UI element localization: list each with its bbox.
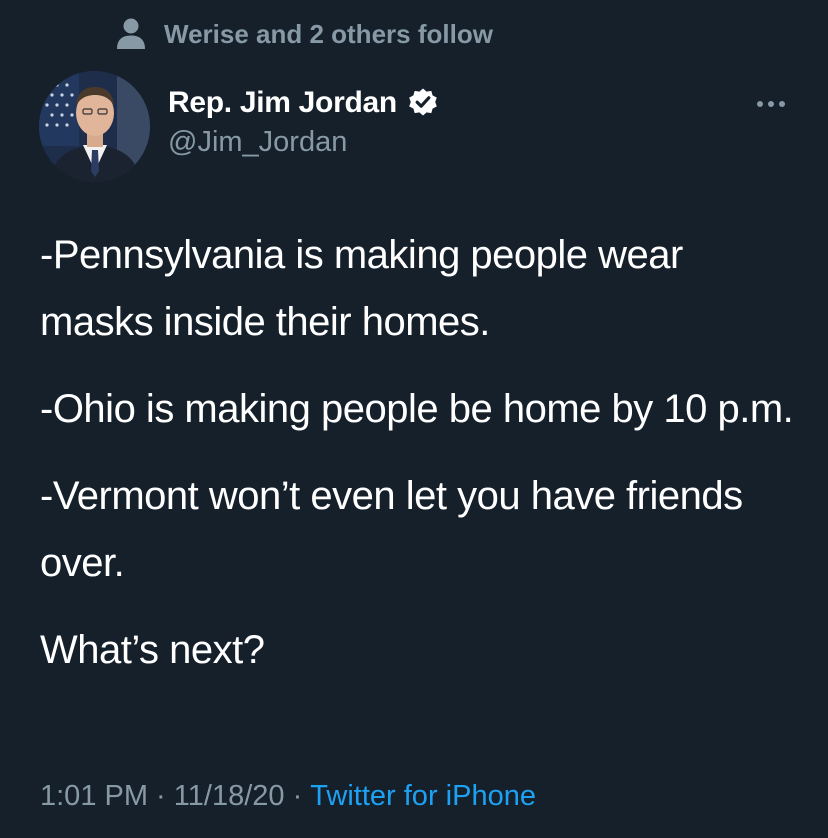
- tweet-paragraph: -Vermont won’t even let you have friends…: [40, 474, 754, 585]
- person-icon: [117, 18, 145, 49]
- display-name[interactable]: Rep. Jim Jordan: [168, 86, 397, 120]
- tweet-date[interactable]: 11/18/20: [174, 780, 285, 813]
- more-horizontal-icon: [757, 101, 785, 107]
- tweet-time[interactable]: 1:01 PM: [40, 780, 148, 813]
- tweet-paragraph: What’s next?: [40, 628, 265, 672]
- handle[interactable]: @Jim_Jordan: [168, 126, 439, 159]
- avatar[interactable]: [39, 71, 150, 182]
- tweet-meta: 1:01 PM · 11/18/20 · Twitter for iPhone: [40, 780, 536, 813]
- verified-badge-icon: [409, 88, 437, 116]
- tweet-paragraph: -Ohio is making people be home by 10 p.m…: [40, 387, 794, 431]
- more-options-button[interactable]: [752, 92, 790, 116]
- name-row: Rep. Jim Jordan: [168, 82, 439, 124]
- tweet-text: -Pennsylvania is making people wear mask…: [40, 222, 800, 704]
- meta-separator: ·: [148, 780, 174, 812]
- social-context-text: Werise and 2 others follow: [164, 18, 493, 49]
- avatar-image: [39, 71, 150, 182]
- author-block[interactable]: Rep. Jim Jordan @Jim_Jordan: [168, 82, 439, 159]
- meta-separator: ·: [284, 780, 311, 812]
- tweet-paragraph: -Pennsylvania is making people wear mask…: [40, 233, 694, 344]
- tweet-source-link[interactable]: Twitter for iPhone: [310, 780, 536, 813]
- social-context[interactable]: Werise and 2 others follow: [116, 16, 493, 52]
